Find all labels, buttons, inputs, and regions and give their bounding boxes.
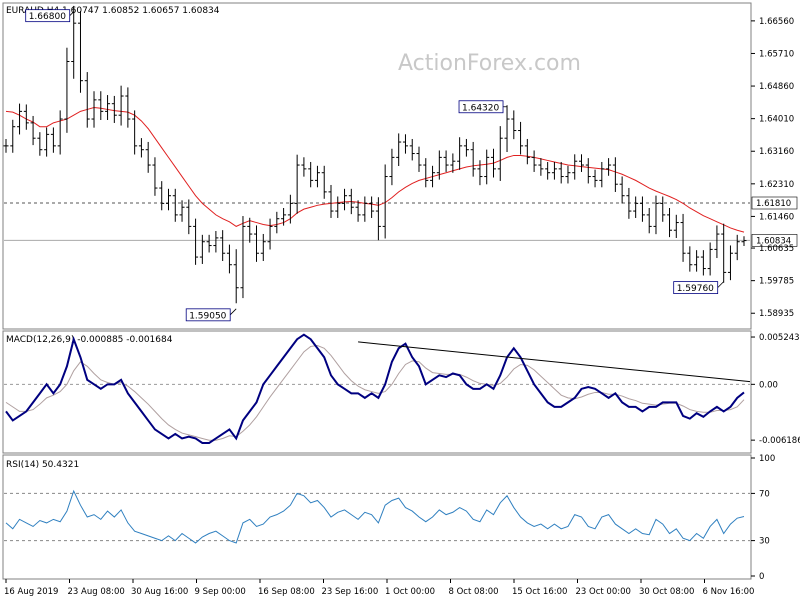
watermark: ActionForex.com [398,51,581,76]
price-y-tick-label: 1.61460 [759,212,794,222]
rsi-title: RSI(14) 50.4321 [6,460,79,470]
annotation-label: 1.64320 [462,103,499,113]
annotation-label: 1.59050 [189,311,226,321]
rsi-y-tick-label: 30 [759,537,770,547]
macd-y-tick-label: -0.006186 [759,436,800,446]
x-tick-label: 23 Oct 00:00 [576,587,631,597]
price-y-tick-label: 1.63160 [759,147,794,157]
x-tick-label: 6 Nov 16:00 [703,587,755,597]
x-tick-label: 23 Aug 08:00 [68,587,125,597]
x-tick-label: 15 Oct 16:00 [512,587,567,597]
price-y-tick-label: 1.59785 [759,277,794,287]
price-y-tick-label: 1.65710 [759,49,794,59]
macd-y-tick-label: 0.00 [759,380,778,390]
x-tick-label: 16 Sep 08:00 [258,587,315,597]
rsi-y-tick-label: 70 [759,489,770,499]
x-tick-label: 1 Oct 00:00 [385,587,435,597]
annotation-label: 1.66800 [29,12,66,22]
macd-y-tick-label: 0.005243 [759,333,800,343]
price-y-tick-label: 1.60635 [759,244,794,254]
x-tick-label: 9 Sep 00:00 [195,587,246,597]
x-tick-label: 23 Sep 16:00 [322,587,379,597]
rsi-y-tick-label: 100 [759,454,775,464]
x-tick-label: 30 Aug 16:00 [131,587,188,597]
forex-chart: ActionForex.com EURAUD,H4 1.60747 1.6085… [0,0,800,600]
price-y-tick-label: 1.58935 [759,309,794,319]
x-tick-label: 16 Aug 2019 [4,587,58,597]
price-y-tick-label: 1.62310 [759,180,794,190]
annotation-label: 1.59760 [677,284,714,294]
price-level-label: 1.61810 [756,199,791,209]
rsi-y-tick-label: 0 [759,572,764,582]
chart-background [0,0,800,600]
price-y-tick-label: 1.64010 [759,115,794,125]
price-y-tick-label: 1.66560 [759,17,794,27]
price-y-tick-label: 1.64860 [759,82,794,92]
x-tick-label: 8 Oct 08:00 [449,587,499,597]
x-tick-label: 30 Oct 08:00 [639,587,694,597]
macd-title: MACD(12,26,9) -0.000885 -0.001684 [6,335,173,345]
